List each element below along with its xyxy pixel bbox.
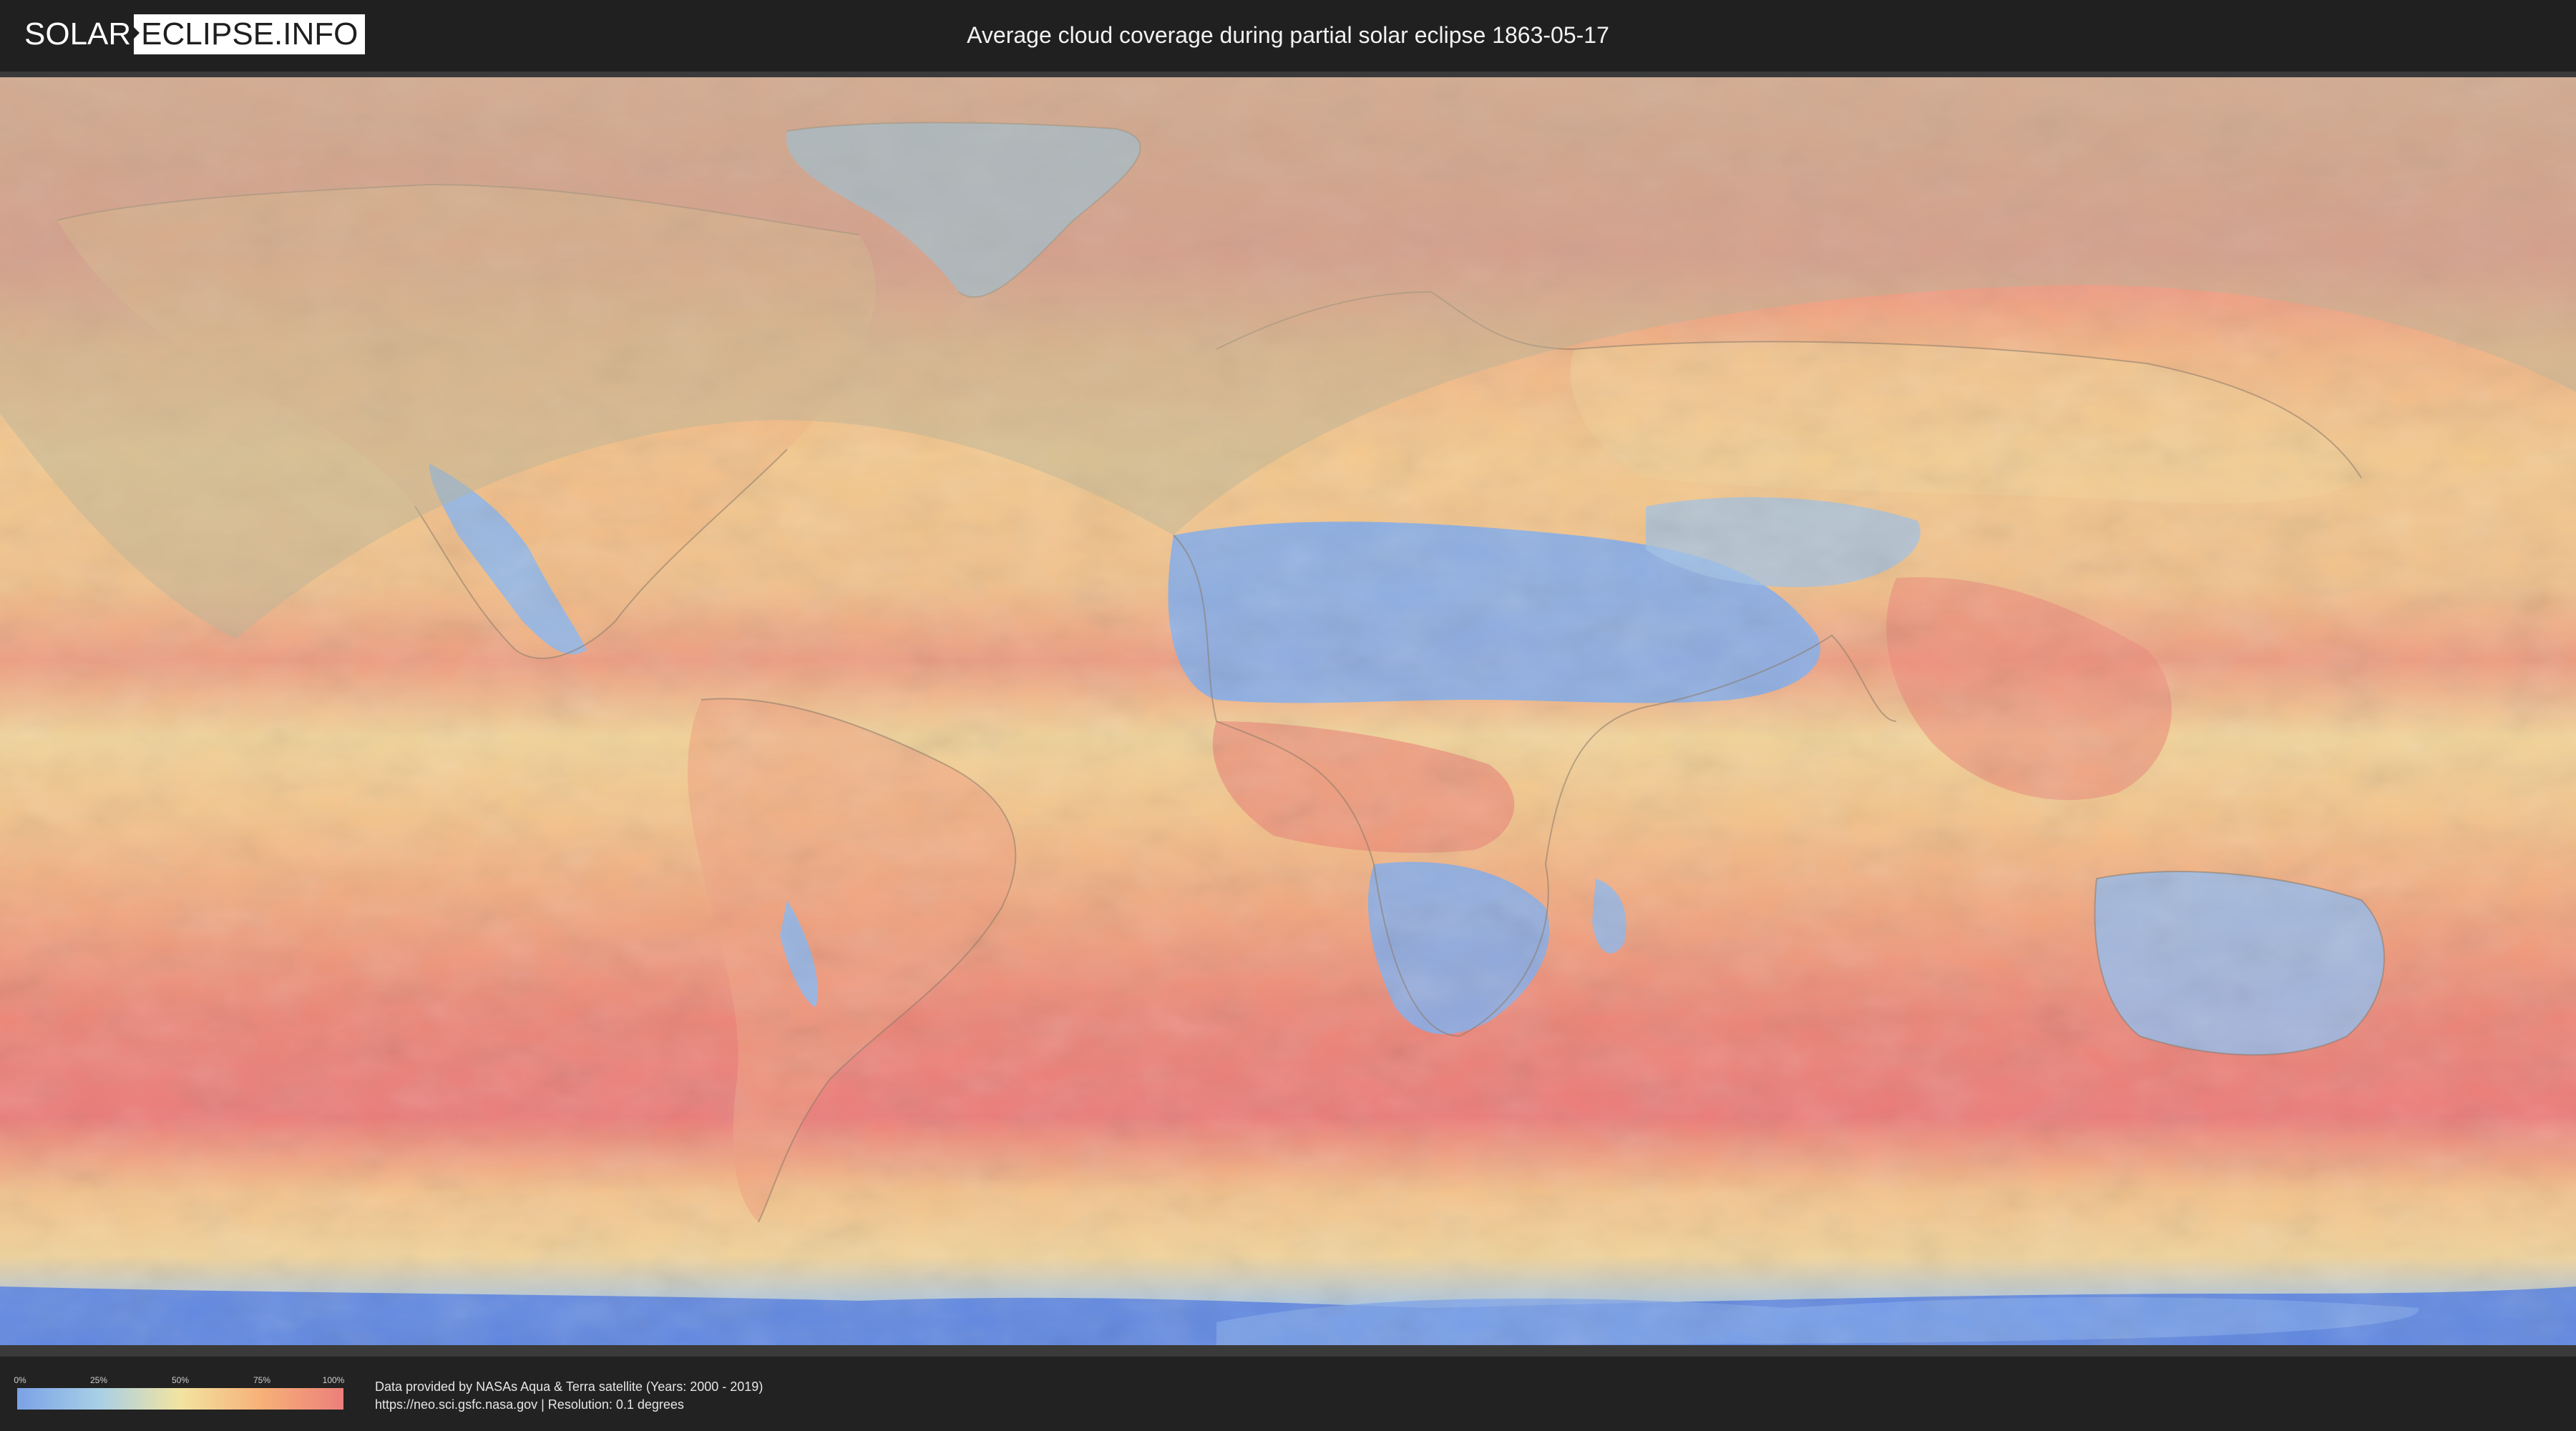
cloud-coverage-legend: 0% 25% 50% 75% 100% — [14, 1375, 345, 1421]
footer: 0% 25% 50% 75% 100% Data provided by NAS… — [0, 1357, 2576, 1431]
page-title: Average cloud coverage during partial so… — [967, 22, 1609, 48]
map-frame — [0, 72, 2576, 1357]
credit-line-source: Data provided by NASAs Aqua & Terra sate… — [375, 1379, 763, 1394]
cloud-coverage-map[interactable] — [0, 77, 2576, 1345]
legend-tick-100: 100% — [322, 1375, 345, 1385]
header: SOLAR ECLIPSE.INFO Average cloud coverag… — [0, 0, 2576, 72]
legend-tick-0: 0% — [14, 1375, 26, 1385]
legend-color-scale — [17, 1388, 343, 1410]
legend-tick-25: 25% — [89, 1375, 108, 1385]
legend-tick-50: 50% — [171, 1375, 190, 1385]
credit-line-url: https://neo.sci.gsfc.nasa.gov | Resoluti… — [375, 1397, 684, 1412]
legend-tick-75: 75% — [253, 1375, 271, 1385]
data-credits: Data provided by NASAs Aqua & Terra sate… — [375, 1378, 763, 1414]
page: SOLAR ECLIPSE.INFO Average cloud coverag… — [0, 0, 2576, 1431]
